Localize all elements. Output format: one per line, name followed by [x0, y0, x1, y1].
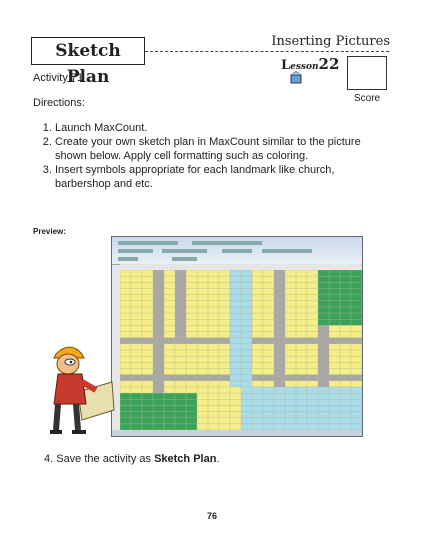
lesson-badge: Lesson22	[281, 55, 340, 84]
step-3: Insert symbols appropriate for each land…	[55, 163, 375, 191]
step-4-text: 4. Save the activity as	[44, 453, 155, 465]
river	[241, 386, 362, 430]
step-1: Launch MaxCount.	[55, 121, 375, 135]
step-4-period: .	[216, 453, 220, 465]
directions-list: Launch MaxCount. Create your own sketch …	[33, 121, 375, 191]
engineer-with-blueprint-illustration	[50, 346, 115, 434]
step-2: Create your own sketch plan in MaxCount …	[55, 135, 375, 163]
score-box[interactable]	[347, 56, 387, 90]
directions-label: Directions:	[33, 97, 85, 109]
activity-title: Sketch Plan	[31, 37, 145, 87]
page-number: 76	[206, 511, 217, 521]
lesson-icon	[290, 71, 302, 84]
lesson-number: 22	[318, 55, 340, 73]
spreadsheet-preview-image	[111, 236, 363, 437]
preview-label: Preview:	[33, 227, 66, 236]
spreadsheet-ribbon	[112, 237, 362, 265]
activity-number: Activity 71	[33, 72, 84, 84]
sheet-tabs	[112, 430, 362, 436]
sketch-map-grid	[120, 270, 362, 430]
topic-heading: Inserting Pictures	[271, 34, 390, 49]
step-4: 4. Save the activity as Sketch Plan.	[44, 453, 219, 465]
score-label: Score	[354, 93, 381, 104]
road-vertical	[175, 270, 186, 338]
save-filename: Sketch Plan	[154, 453, 217, 465]
title-divider	[145, 51, 389, 52]
